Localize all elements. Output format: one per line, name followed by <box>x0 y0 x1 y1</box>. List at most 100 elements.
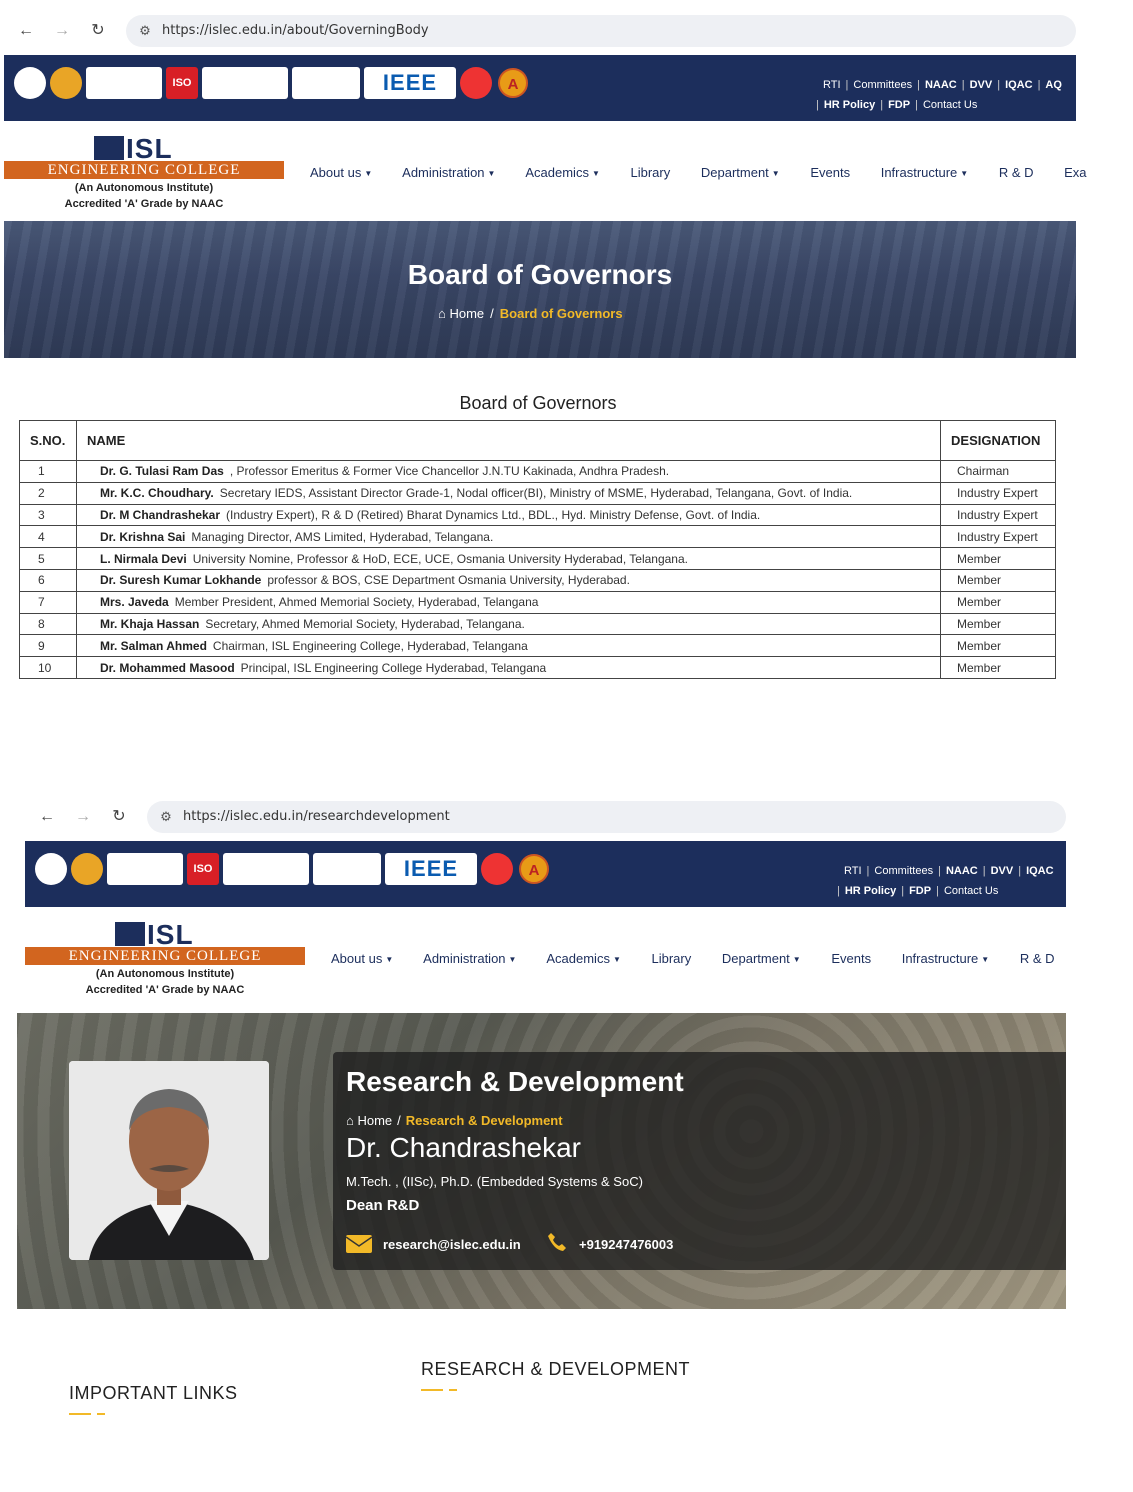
link-aq[interactable]: AQ <box>1045 79 1062 91</box>
site-settings-icon[interactable]: ⚙ <box>157 808 175 826</box>
menu-about[interactable]: About us ▼ <box>331 951 393 966</box>
link-contact[interactable]: Contact Us <box>944 885 998 897</box>
link-contact[interactable]: Contact Us <box>923 99 977 111</box>
menu-department[interactable]: Department ▼ <box>722 951 801 966</box>
menu-administration[interactable]: Administration ▼ <box>423 951 516 966</box>
link-committees[interactable]: Committees <box>853 79 912 91</box>
table-body: 1 Dr. G. Tulasi Ram Das , Professor Emerit… <box>19 460 1056 679</box>
banner-title: Board of Governors <box>407 259 673 290</box>
menu-label: Infrastructure <box>880 165 958 180</box>
member-name: Mr. K.C. Choudhary. <box>99 486 214 501</box>
site-settings-icon[interactable]: ⚙ <box>136 22 154 40</box>
member-detail: professor & BOS, CSE Department Osmania … <box>267 573 630 588</box>
address-bar[interactable]: ⚙ https://islec.edu.in/researchdevelopme… <box>147 801 1066 833</box>
college-logo[interactable]: ISL ENGINEERING COLLEGE (An Autonomous I… <box>4 133 284 213</box>
cell-name: Dr. Suresh Kumar Lokhande professor & BOS… <box>75 568 942 592</box>
menu-exams[interactable]: Exa <box>1064 165 1086 180</box>
site-header-1: ISL ENGINEERING COLLEGE (An Autonomous I… <box>4 121 1087 221</box>
seal-logo <box>50 67 82 99</box>
link-naac[interactable]: NAAC <box>946 865 978 877</box>
menu-events[interactable]: Events <box>810 165 850 180</box>
menu-library[interactable]: Library <box>651 951 691 966</box>
table-row: 7 Mrs. Javeda Member President, Ahmed Memo… <box>19 590 1056 614</box>
iso-logo: ISO <box>166 67 198 99</box>
forward-icon[interactable]: → <box>52 21 72 41</box>
menu-academics[interactable]: Academics ▼ <box>546 951 621 966</box>
cell-designation: Member <box>940 612 1056 636</box>
breadcrumb-home[interactable]: Home <box>357 1113 392 1128</box>
menu-label: Academics <box>525 165 589 180</box>
isl-emblem-icon <box>94 136 124 160</box>
browser-toolbar-1: ← → ↻ ⚙ https://islec.edu.in/about/Gover… <box>4 9 1076 53</box>
link-hr-policy[interactable]: HR Policy <box>845 885 896 897</box>
top-links-2: | HR Policy | FDP | Contact Us <box>816 99 978 111</box>
msme-logo <box>202 67 288 99</box>
college-logo[interactable]: ISL ENGINEERING COLLEGE (An Autonomous I… <box>25 919 305 999</box>
link-hr-policy[interactable]: HR Policy <box>824 99 875 111</box>
site-header-2: ISL ENGINEERING COLLEGE (An Autonomous I… <box>25 907 1066 1007</box>
top-info-bar-2: ISO IEEE A RTI | Committees | NAAC | DVV | IQAC … <box>25 841 1066 907</box>
dean-role: Dean R&D <box>346 1197 420 1214</box>
member-name: Dr. M Chandrashekar <box>99 507 221 522</box>
menu-administration[interactable]: Administration ▼ <box>402 165 495 180</box>
dean-phone-link[interactable]: +919247476003 <box>579 1237 673 1252</box>
menu-rnd[interactable]: R & D <box>1020 951 1055 966</box>
menu-infrastructure[interactable]: Infrastructure ▼ <box>902 951 990 966</box>
member-detail: Managing Director, AMS Limited, Hyderaba… <box>191 529 494 544</box>
back-icon[interactable]: ← <box>37 807 57 827</box>
important-links-heading: IMPORTANT LINKS <box>69 1383 238 1403</box>
link-iqac[interactable]: IQAC <box>1005 79 1033 91</box>
link-dvv[interactable]: DVV <box>970 79 993 91</box>
naac-logo: A <box>496 67 530 99</box>
link-rti[interactable]: RTI <box>823 79 841 91</box>
link-rti[interactable]: RTI <box>844 865 862 877</box>
college-accreditation: Accredited 'A' Grade by NAAC <box>85 984 245 996</box>
forward-icon[interactable]: → <box>73 807 93 827</box>
menu-infrastructure[interactable]: Infrastructure ▼ <box>881 165 969 180</box>
ieee-logo: IEEE <box>385 853 477 885</box>
menu-about[interactable]: About us ▼ <box>310 165 372 180</box>
link-fdp[interactable]: FDP <box>909 885 931 897</box>
address-bar[interactable]: ⚙ https://islec.edu.in/about/GoverningBo… <box>126 15 1076 47</box>
reload-icon[interactable]: ↻ <box>109 807 129 827</box>
menu-department[interactable]: Department ▼ <box>701 165 780 180</box>
reload-icon[interactable]: ↻ <box>88 21 108 41</box>
breadcrumb-current: Research & Development <box>405 1113 563 1128</box>
dean-info-panel: Research & Development ⌂ Home / Research &… <box>333 1052 1066 1270</box>
cell-sno: 5 <box>19 547 77 570</box>
caret-down-icon: ▼ <box>792 955 801 965</box>
cell-designation: Member <box>940 634 1056 658</box>
heading-underline <box>69 1413 91 1415</box>
menu-library[interactable]: Library <box>630 165 670 180</box>
badge-logo <box>460 67 492 99</box>
caret-down-icon: ▼ <box>385 955 394 965</box>
dean-email-link[interactable]: research@islec.edu.in <box>383 1237 521 1252</box>
cell-sno: 2 <box>19 481 77 505</box>
cell-sno: 10 <box>19 656 77 679</box>
link-iqac[interactable]: IQAC <box>1026 865 1054 877</box>
college-subtitle: (An Autonomous Institute) <box>95 968 235 980</box>
cell-sno: 4 <box>19 525 77 549</box>
menu-events[interactable]: Events <box>831 951 871 966</box>
member-detail: Chairman, ISL Engineering College, Hyder… <box>212 638 528 653</box>
col-sno: S.NO. <box>19 420 77 461</box>
menu-academics[interactable]: Academics ▼ <box>525 165 600 180</box>
cell-name: L. Nirmala Devi University Nomine, Profes… <box>75 547 942 570</box>
menu-rnd[interactable]: R & D <box>999 165 1034 180</box>
table-row: 6 Dr. Suresh Kumar Lokhande professor & BO… <box>19 568 1056 592</box>
link-dvv[interactable]: DVV <box>991 865 1014 877</box>
cell-sno: 6 <box>19 568 77 592</box>
table-header-row: S.NO. NAME DESIGNATION <box>19 420 1056 461</box>
home-icon: ⌂ <box>438 306 446 321</box>
breadcrumb-home[interactable]: Home <box>449 306 484 321</box>
cell-sno: 7 <box>19 590 77 614</box>
menu-label: Academics <box>546 951 610 966</box>
link-fdp[interactable]: FDP <box>888 99 910 111</box>
back-icon[interactable]: ← <box>16 21 36 41</box>
link-naac[interactable]: NAAC <box>925 79 957 91</box>
college-accreditation: Accredited 'A' Grade by NAAC <box>64 198 224 210</box>
naac-logo: A <box>517 853 551 885</box>
caret-down-icon: ▼ <box>508 955 517 965</box>
link-committees[interactable]: Committees <box>874 865 933 877</box>
badge-logo <box>481 853 513 885</box>
